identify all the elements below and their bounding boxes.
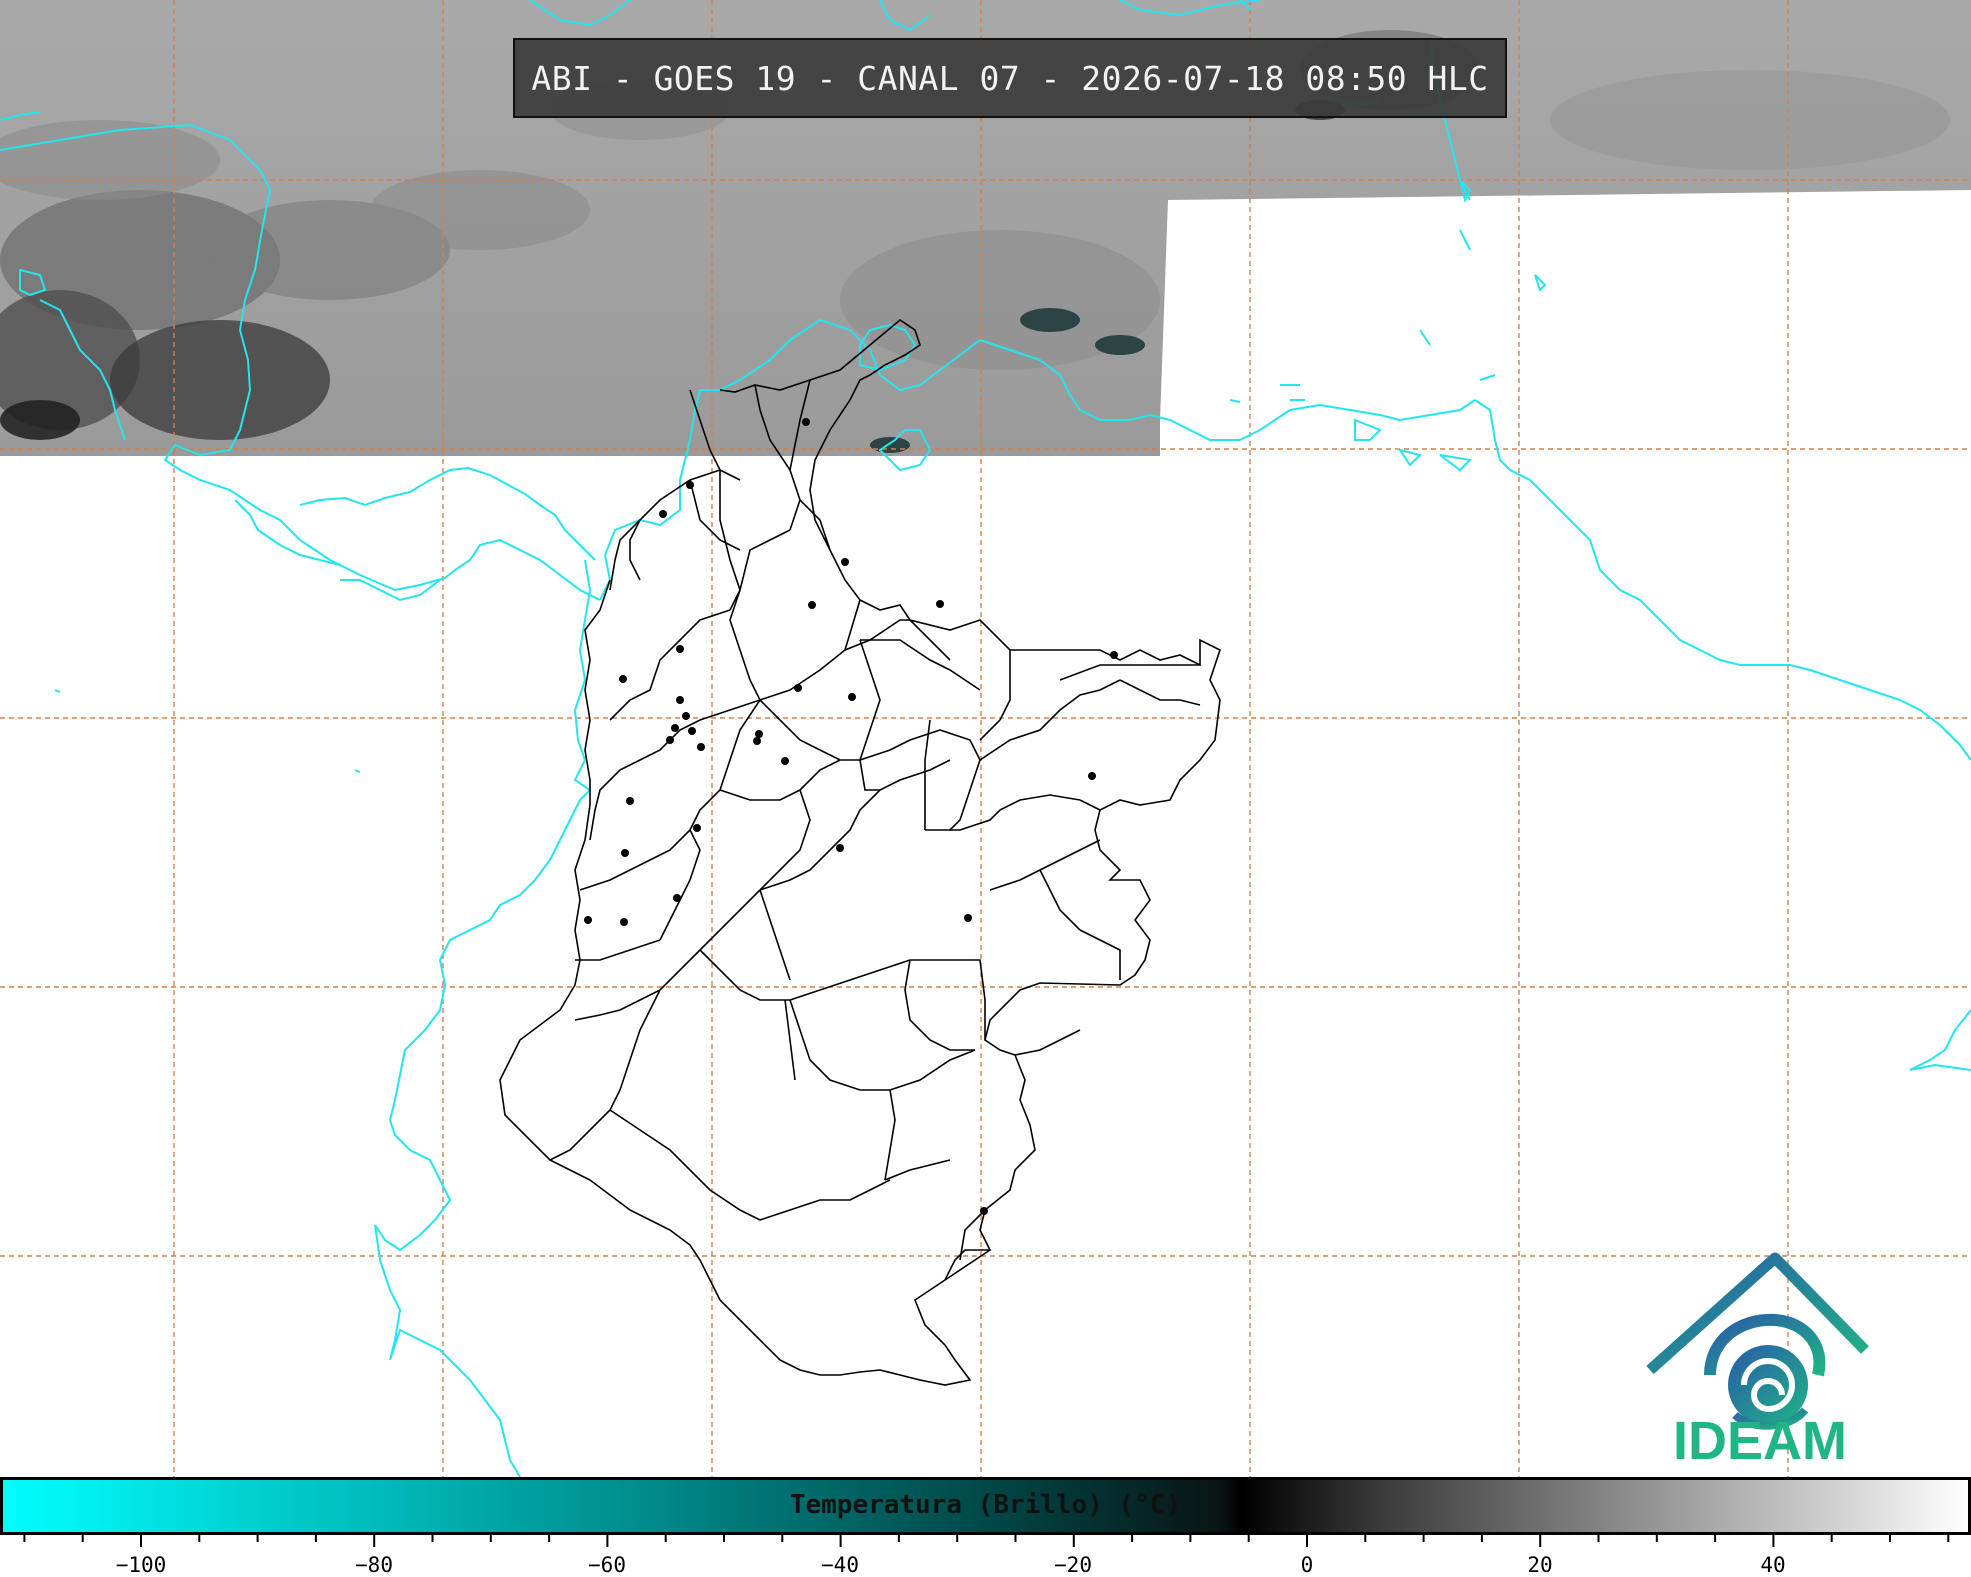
ideam-logo-text: IDEAM xyxy=(1673,1411,1847,1471)
tick-label: −60 xyxy=(588,1553,626,1577)
country-borders xyxy=(499,319,1221,1386)
tick-label: −40 xyxy=(821,1553,859,1577)
colorbar-label: Temperatura (Brillo) (°C) xyxy=(789,1490,1182,1520)
tick-label: −80 xyxy=(355,1553,393,1577)
tick-label: −100 xyxy=(115,1553,167,1577)
tick-label: 0 xyxy=(1300,1553,1314,1577)
map-title: ABI - GOES 19 - CANAL 07 - 2026-07-18 08… xyxy=(513,38,1507,118)
city-markers xyxy=(584,418,1118,1215)
tick-label: 40 xyxy=(1760,1553,1786,1577)
tick-label: 20 xyxy=(1527,1553,1553,1577)
colorbar-ticks xyxy=(23,1535,1950,1547)
tick-label: −20 xyxy=(1054,1553,1092,1577)
